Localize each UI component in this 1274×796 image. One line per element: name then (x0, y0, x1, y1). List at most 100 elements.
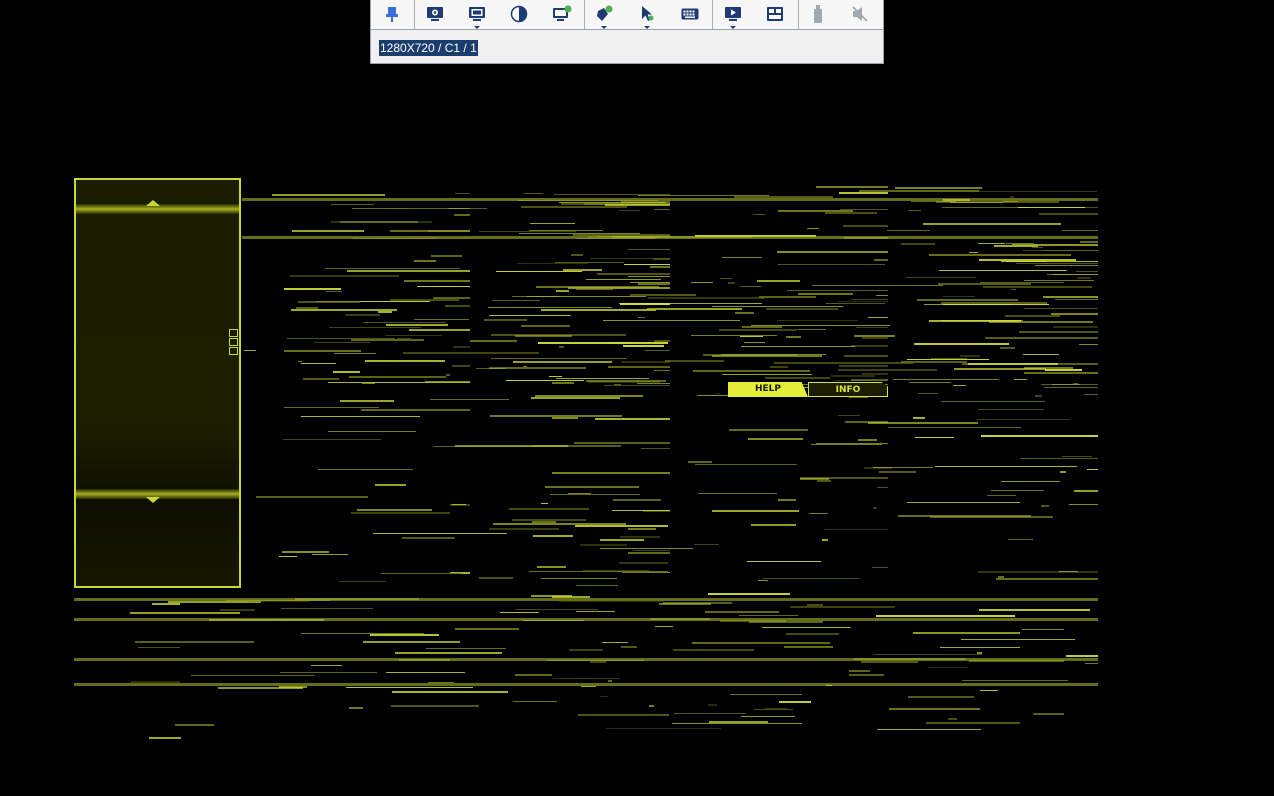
display-icon[interactable] (463, 2, 491, 29)
noise-band (74, 598, 1098, 601)
noise-line (489, 528, 559, 530)
noise-line (1039, 213, 1098, 215)
noise-line (331, 221, 432, 223)
chevron-down-icon (644, 26, 650, 29)
noise-line (929, 254, 1071, 256)
noise-line (692, 642, 830, 644)
noise-line (996, 578, 1098, 580)
mouse-sync-icon[interactable] (590, 2, 618, 29)
noise-line (929, 320, 1021, 322)
cursor-icon[interactable] (633, 2, 661, 29)
audio-muted-icon[interactable] (846, 2, 874, 26)
monitor-refresh-icon[interactable] (548, 2, 576, 26)
settings-icon[interactable] (421, 2, 449, 26)
noise-line (535, 395, 643, 397)
noise-line (948, 718, 957, 720)
noise-line (489, 315, 571, 316)
noise-line (907, 359, 989, 360)
noise-line (638, 283, 670, 285)
noise-line (759, 296, 816, 298)
noise-line (763, 578, 859, 579)
noise-line (515, 335, 572, 337)
noise-line (484, 319, 527, 321)
noise-line (604, 385, 670, 386)
noise-line (873, 467, 933, 468)
noise-line (590, 258, 670, 259)
contrast-icon[interactable] (505, 2, 533, 26)
noise-line (490, 415, 622, 417)
noise-line (624, 264, 670, 265)
noise-line (541, 578, 617, 579)
kvm-toolbar: 1280X720 / C1 / 1 (370, 0, 884, 64)
video-playback-icon[interactable] (719, 2, 747, 29)
noise-line (740, 286, 761, 287)
noise-line (888, 427, 1021, 428)
noise-line (524, 193, 543, 194)
hotkeys-icon[interactable] (761, 2, 789, 26)
noise-line (943, 296, 975, 297)
noise-line (648, 297, 765, 299)
usb-icon[interactable] (804, 2, 832, 26)
noise-line (694, 544, 719, 545)
noise-line (586, 380, 666, 382)
noise-line (837, 301, 888, 302)
noise-line (849, 670, 870, 672)
noise-line (446, 374, 450, 376)
remote-screen[interactable]: HELP INFO (74, 178, 1098, 754)
noise-line (851, 379, 888, 381)
keyboard-icon[interactable] (676, 2, 704, 26)
noise-line (569, 649, 603, 651)
noise-line (600, 548, 693, 549)
noise-line (915, 437, 954, 438)
noise-line (708, 704, 717, 706)
noise-line (691, 282, 713, 283)
noise-line (362, 383, 375, 384)
noise-line (470, 340, 517, 342)
noise-line (453, 346, 470, 348)
noise-line (839, 192, 888, 194)
noise-line (712, 510, 799, 512)
noise-line (339, 581, 386, 582)
noise-line (876, 295, 888, 296)
noise-line (654, 370, 670, 371)
noise-line (603, 320, 740, 321)
noise-line (868, 317, 888, 318)
noise-line (929, 667, 967, 668)
tab-info[interactable]: INFO (808, 382, 888, 397)
noise-line (381, 573, 461, 574)
toolbar-separator (584, 0, 585, 29)
noise-line (633, 550, 670, 551)
tab-help[interactable]: HELP (728, 382, 808, 397)
noise-line (917, 299, 1018, 301)
noise-line (887, 230, 930, 231)
noise-line (425, 381, 470, 383)
noise-line (523, 366, 527, 367)
noise-line (757, 280, 800, 282)
noise-line (363, 322, 446, 323)
noise-line (849, 397, 868, 398)
noise-line (386, 324, 448, 326)
noise-line (930, 516, 1053, 518)
noise-line (980, 690, 998, 691)
noise-line (349, 376, 446, 378)
noise-line (741, 716, 795, 717)
noise-line (941, 401, 1045, 402)
noise-line (559, 601, 664, 602)
noise-line (1008, 539, 1033, 540)
pin-toolbar-icon[interactable] (378, 2, 406, 26)
noise-line (571, 254, 583, 256)
noise-line (873, 654, 982, 655)
remote-side-panel (74, 178, 241, 588)
noise-line (998, 576, 1004, 578)
noise-line (521, 325, 570, 327)
noise-line (753, 214, 765, 215)
noise-line (849, 674, 884, 676)
noise-line (608, 680, 612, 682)
noise-line (541, 309, 656, 311)
noise-line (363, 641, 460, 643)
noise-line (1001, 481, 1060, 482)
scroll-up-icon (146, 200, 160, 206)
noise-line (506, 380, 584, 381)
noise-line (654, 209, 670, 210)
noise-line (720, 278, 732, 279)
